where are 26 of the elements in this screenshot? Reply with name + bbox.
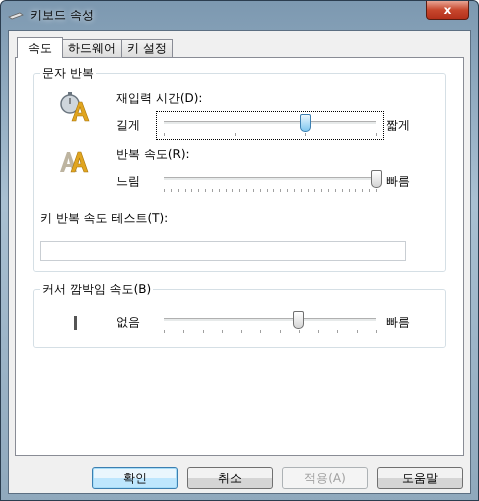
group-title: 커서 깜박임 속도(B) bbox=[41, 281, 152, 298]
dialog-button[interactable]: 확인 bbox=[92, 467, 178, 489]
group-title: 문자 반복 bbox=[41, 65, 95, 82]
dialog-button[interactable]: 취소 bbox=[187, 467, 273, 489]
keyboard-icon bbox=[8, 12, 24, 20]
slider-max-label: 빠름 bbox=[386, 314, 410, 331]
close-button[interactable]: x bbox=[426, 1, 469, 20]
tab[interactable]: 속도 bbox=[17, 37, 63, 58]
field-label: 키 반복 속도 테스트(T): bbox=[40, 210, 170, 227]
slider-thumb[interactable] bbox=[293, 311, 304, 329]
slider-max-label: 빠름 bbox=[386, 173, 410, 190]
dialog-button[interactable]: 도움말 bbox=[377, 467, 463, 489]
slider-min-label: 길게 bbox=[116, 117, 141, 134]
slider-label: 반복 속도(R): bbox=[116, 146, 191, 163]
tab[interactable]: 키 설정 bbox=[121, 39, 173, 57]
stopwatch-letter-icon bbox=[59, 92, 91, 122]
slider-min-label: 없음 bbox=[116, 314, 141, 331]
window-title: 키보드 속성 bbox=[30, 7, 94, 24]
input-field[interactable] bbox=[40, 241, 406, 261]
slider-thumb[interactable] bbox=[300, 114, 311, 132]
cursor-icon bbox=[74, 316, 76, 330]
tab[interactable]: 하드웨어 bbox=[62, 39, 122, 57]
slider-min-label: 느림 bbox=[116, 173, 141, 190]
slider-label: 재입력 시간(D): bbox=[116, 90, 204, 107]
slider-max-label: 짧게 bbox=[386, 117, 410, 134]
slider-thumb[interactable] bbox=[370, 170, 382, 188]
